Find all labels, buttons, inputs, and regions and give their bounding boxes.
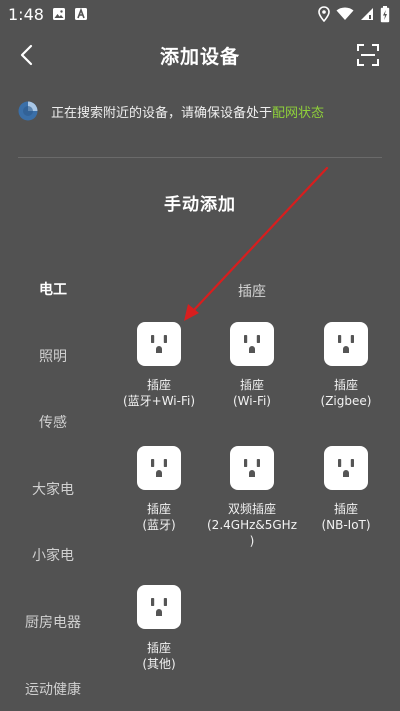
location-icon bbox=[318, 6, 330, 22]
device-tile[interactable]: 插座 (Wi-Fi) bbox=[202, 322, 302, 409]
group-title: 插座 bbox=[238, 284, 266, 300]
device-protocol: (2.4GHz&5GHz bbox=[207, 518, 297, 532]
device-protocol: (其他) bbox=[142, 657, 176, 671]
category-sidebar: 电工 照明 传感 大家电 小家电 厨房电器 运动健康 bbox=[0, 0, 110, 711]
device-protocol: (Wi-Fi) bbox=[233, 394, 271, 408]
device-name: 插座 bbox=[333, 378, 358, 392]
socket-icon bbox=[230, 446, 274, 490]
sidebar-item-sensors[interactable]: 传感 bbox=[0, 412, 106, 432]
battery-charging-icon bbox=[380, 5, 390, 23]
device-name: 插座 bbox=[146, 378, 171, 392]
pairing-mode-link[interactable]: 配网状态 bbox=[272, 102, 324, 121]
scan-button[interactable] bbox=[356, 43, 380, 67]
socket-icon bbox=[230, 322, 274, 366]
device-name: 插座 bbox=[146, 502, 171, 516]
socket-icon bbox=[324, 322, 368, 366]
device-protocol-end: ) bbox=[249, 534, 255, 548]
device-name: 插座 bbox=[239, 378, 264, 392]
sidebar-item-lighting[interactable]: 照明 bbox=[0, 346, 106, 366]
sidebar-item-kitchen-appliances[interactable]: 厨房电器 bbox=[0, 612, 106, 632]
sidebar-item-electrical[interactable]: 电工 bbox=[0, 279, 106, 299]
device-name: 插座 bbox=[146, 641, 171, 655]
device-tile[interactable]: 插座 (Zigbee) bbox=[296, 322, 396, 409]
socket-icon bbox=[324, 446, 368, 490]
wifi-icon bbox=[336, 7, 354, 21]
device-protocol: (Zigbee) bbox=[320, 394, 372, 408]
device-protocol: (蓝牙+Wi-Fi) bbox=[122, 394, 196, 408]
device-tile[interactable]: 插座 (其他) bbox=[109, 585, 209, 672]
sidebar-item-sports-health[interactable]: 运动健康 bbox=[0, 679, 106, 699]
device-name: 插座 bbox=[333, 502, 358, 516]
device-tile[interactable]: 插座 (蓝牙) bbox=[109, 446, 209, 533]
device-tile[interactable]: 插座 (NB-IoT) bbox=[296, 446, 396, 533]
socket-icon bbox=[137, 446, 181, 490]
socket-icon bbox=[137, 322, 181, 366]
device-name: 双频插座 bbox=[227, 502, 276, 516]
page-title: 添加设备 bbox=[159, 45, 240, 68]
device-protocol: (NB-IoT) bbox=[321, 518, 371, 532]
sidebar-item-large-appliances[interactable]: 大家电 bbox=[0, 479, 106, 499]
socket-icon bbox=[137, 585, 181, 629]
device-tile[interactable]: 双频插座 (2.4GHz&5GHz) bbox=[202, 446, 302, 549]
sidebar-item-small-appliances[interactable]: 小家电 bbox=[0, 545, 106, 565]
scan-icon bbox=[357, 44, 379, 66]
device-protocol: (蓝牙) bbox=[142, 518, 176, 532]
device-tile[interactable]: 插座 (蓝牙+Wi-Fi) bbox=[109, 322, 209, 409]
signal-icon bbox=[360, 7, 374, 21]
